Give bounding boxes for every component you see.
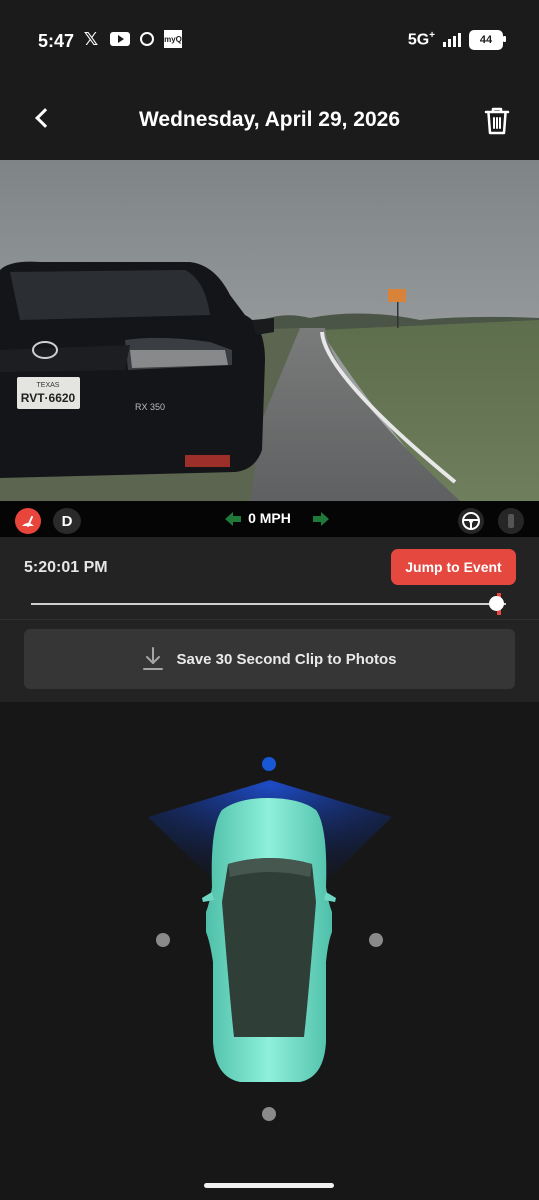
right-camera-dot[interactable] bbox=[369, 933, 383, 947]
signal-icon bbox=[443, 33, 461, 47]
svg-text:RVT·6620: RVT·6620 bbox=[21, 391, 76, 405]
system-indicators: 5G+ 44 bbox=[407, 30, 506, 50]
steering-wheel-icon bbox=[462, 512, 480, 530]
rear-camera-dot[interactable] bbox=[262, 1107, 276, 1121]
brake-indicator bbox=[498, 508, 524, 534]
page-title: Wednesday, April 29, 2026 bbox=[138, 108, 401, 131]
turn-signal-right-icon bbox=[313, 512, 329, 526]
trash-icon bbox=[484, 107, 510, 135]
system-nav-bar bbox=[0, 1172, 539, 1200]
svg-text:RX 350: RX 350 bbox=[135, 402, 165, 412]
autopilot-indicator bbox=[458, 508, 484, 534]
scrub-slider-track[interactable] bbox=[31, 603, 506, 605]
camera-dot-icon bbox=[140, 32, 154, 46]
notification-icons: 𝕏 myQ bbox=[82, 28, 182, 49]
status-bar: 5:47 𝕏 myQ 5G+ 44 bbox=[0, 0, 539, 80]
pedal-icon bbox=[508, 514, 514, 528]
svg-text:TEXAS: TEXAS bbox=[37, 382, 60, 389]
scrub-slider-thumb[interactable] bbox=[489, 596, 504, 611]
camera-selector bbox=[0, 702, 539, 1172]
front-camera-dot[interactable] bbox=[262, 757, 276, 771]
delete-button[interactable] bbox=[483, 106, 511, 136]
battery-icon: 44 bbox=[469, 30, 506, 50]
vehicle-diagram bbox=[148, 757, 392, 1121]
driving-hud: D 0 MPH bbox=[0, 501, 539, 537]
dashcam-video[interactable]: TEXAS RVT·6620 RX 350 bbox=[0, 160, 539, 501]
top-app-bar: Wednesday, April 29, 2026 bbox=[0, 80, 539, 160]
x-icon: 𝕏 bbox=[83, 28, 99, 49]
status-time: 5:47 bbox=[38, 31, 75, 51]
playback-panel: 5:20:01 PM Jump to Event Save 30 Second … bbox=[0, 537, 539, 702]
video-frame: TEXAS RVT·6620 RX 350 bbox=[0, 160, 539, 501]
divider bbox=[0, 619, 539, 620]
myq-icon: myQ bbox=[164, 30, 182, 48]
download-icon bbox=[143, 647, 164, 670]
save-clip-label: Save 30 Second Clip to Photos bbox=[176, 650, 397, 668]
network-label: 5G+ bbox=[407, 30, 435, 49]
home-indicator[interactable] bbox=[204, 1183, 334, 1188]
youtube-icon bbox=[110, 32, 130, 46]
jump-to-event-button[interactable]: Jump to Event bbox=[391, 549, 516, 585]
left-camera-dot[interactable] bbox=[156, 933, 170, 947]
save-clip-button[interactable]: Save 30 Second Clip to Photos bbox=[24, 629, 515, 689]
playback-timestamp: 5:20:01 PM bbox=[24, 559, 108, 576]
